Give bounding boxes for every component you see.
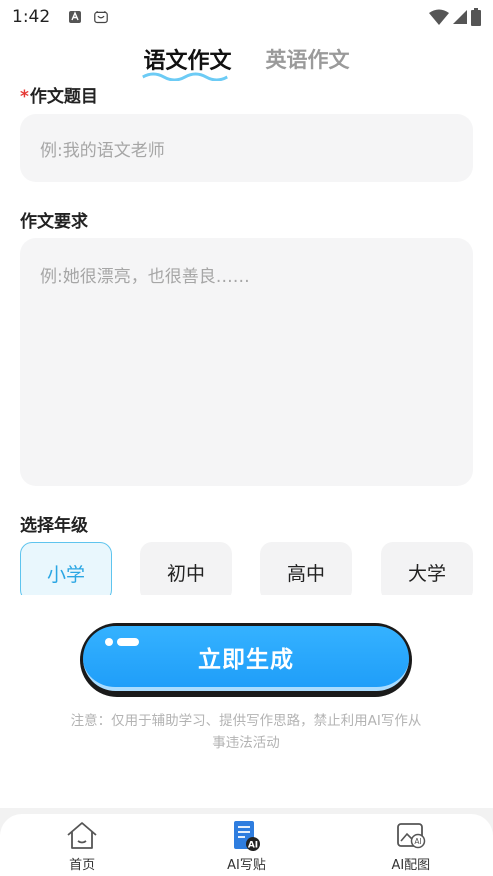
nav-label-home: 首页 — [69, 858, 96, 873]
tab-chinese-essay[interactable]: 语文作文 — [142, 43, 232, 81]
keyboard-notification-icon — [68, 10, 82, 24]
grade-selector: 小学 初中 高中 大学 — [20, 542, 474, 595]
essay-type-tabs: 语文作文 英语作文 — [0, 38, 493, 81]
title-input[interactable]: 例:我的语文老师 — [20, 114, 473, 182]
button-shine-decoration — [105, 638, 139, 646]
nav-label-ai-write: AI写贴 — [227, 858, 266, 873]
usage-notice: 注意：仅用于辅助学习、提供写作思路，禁止利用AI写作从事违法活动 — [70, 713, 422, 751]
required-mark: * — [20, 87, 29, 107]
generate-button-frame: 立即生成 — [80, 623, 412, 697]
grade-label: 选择年级 — [20, 516, 88, 536]
svg-text:AI: AI — [248, 841, 258, 851]
tab-active-underline — [142, 72, 229, 81]
nav-item-ai-write[interactable]: AI AI写贴 — [186, 820, 306, 873]
home-icon — [65, 820, 99, 852]
nav-item-ai-image[interactable]: AI AI配图 — [351, 820, 471, 873]
grade-chip-high[interactable]: 高中 — [260, 542, 352, 595]
bottom-nav: 首页 AI AI写贴 AI AI配图 — [0, 814, 493, 876]
grade-chip-primary[interactable]: 小学 — [20, 542, 112, 595]
grade-chip-university[interactable]: 大学 — [381, 542, 473, 595]
status-time: 1:42 — [12, 7, 51, 27]
nav-item-home[interactable]: 首页 — [22, 820, 142, 873]
ai-write-icon: AI — [229, 820, 263, 852]
generate-button[interactable]: 立即生成 — [83, 626, 409, 691]
app-notification-icon — [94, 10, 109, 24]
title-placeholder: 例:我的语文老师 — [40, 140, 165, 161]
battery-icon — [471, 8, 481, 26]
nav-label-ai-image: AI配图 — [391, 858, 431, 873]
tab-english-essay-label: 英语作文 — [265, 48, 350, 72]
tab-english-essay[interactable]: 英语作文 — [266, 44, 350, 74]
requirement-label: 作文要求 — [20, 212, 88, 232]
title-label: *作文题目 — [20, 87, 98, 107]
signal-icon — [453, 10, 467, 24]
wifi-icon — [429, 9, 449, 25]
requirement-input[interactable]: 例:她很漂亮，也很善良…… — [20, 238, 473, 486]
ai-image-icon: AI — [394, 820, 428, 852]
generate-button-label: 立即生成 — [198, 646, 294, 673]
grade-chip-middle[interactable]: 初中 — [140, 542, 232, 595]
requirement-placeholder: 例:她很漂亮，也很善良…… — [40, 267, 250, 287]
status-indicators — [429, 8, 481, 26]
status-bar: 1:42 — [0, 0, 493, 34]
svg-text:AI: AI — [414, 837, 421, 846]
